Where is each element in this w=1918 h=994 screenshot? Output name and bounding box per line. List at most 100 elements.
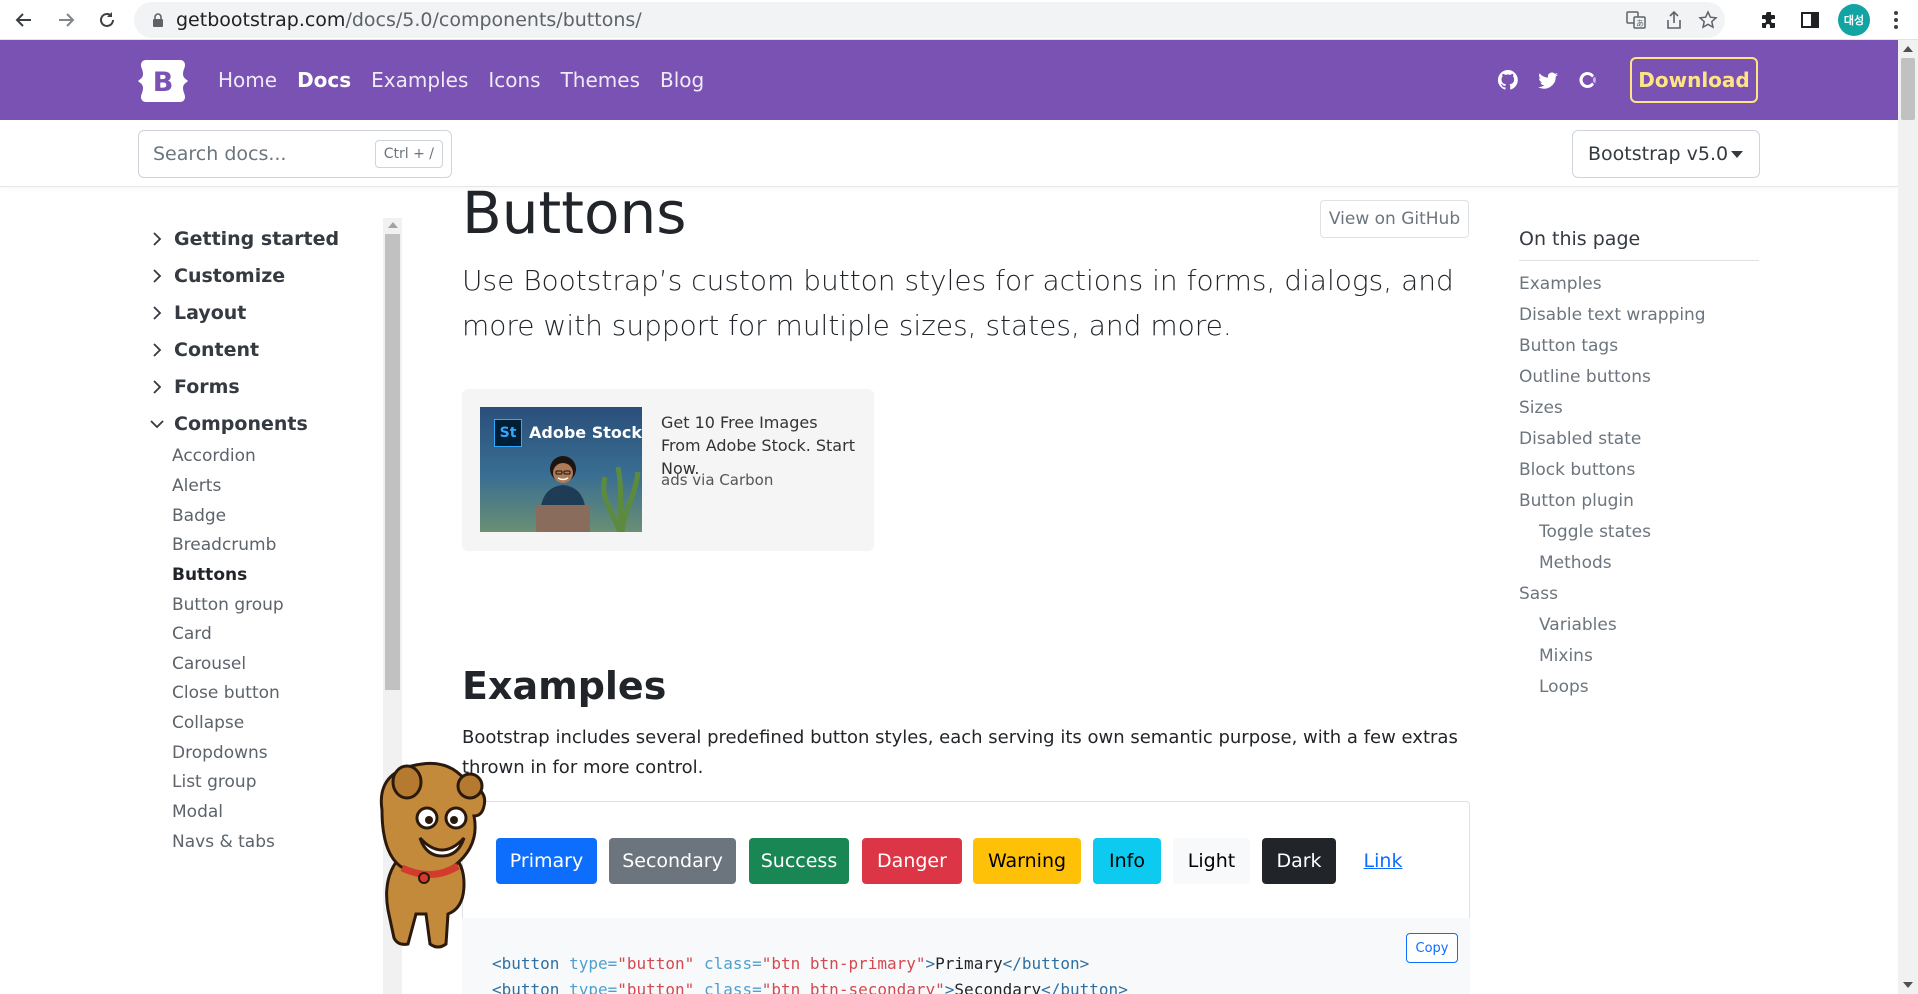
bootstrap-logo-icon[interactable]: B [138,60,188,102]
scroll-up-icon[interactable] [388,222,398,228]
translate-icon[interactable]: あ [1624,8,1648,32]
toc-item-button-plugin[interactable]: Button plugin [1519,491,1634,511]
sidebar-item-navs-tabs[interactable]: Navs & tabs [172,832,275,852]
ad-via[interactable]: ads via Carbon [661,471,773,489]
nav-icons[interactable]: Icons [478,68,550,92]
danger-button[interactable]: Danger [862,838,962,884]
sidebar-group-components[interactable]: Components [150,413,308,435]
chevron-right-icon [153,232,162,246]
nav-blog[interactable]: Blog [650,68,714,92]
sidebar-item-dropdowns[interactable]: Dropdowns [172,743,268,763]
sidebar-item-alerts[interactable]: Alerts [172,476,221,496]
info-button[interactable]: Info [1093,838,1161,884]
profile-avatar[interactable]: 대성 [1838,4,1870,36]
ad-image[interactable]: St Adobe Stock [480,407,642,532]
toc-item-methods[interactable]: Methods [1539,553,1612,573]
toc-item-examples[interactable]: Examples [1519,274,1602,294]
scroll-down-icon[interactable] [1903,982,1913,988]
main-nav: Home Docs Examples Icons Themes Blog [208,40,714,120]
sidebar-item-carousel[interactable]: Carousel [172,654,246,674]
sidebar-group-content[interactable]: Content [150,339,259,361]
bookmark-star-icon[interactable] [1696,8,1720,32]
search-input[interactable]: Search docs... Ctrl + / [138,130,452,178]
download-button[interactable]: Download [1630,57,1758,103]
nav-examples[interactable]: Examples [361,68,478,92]
browser-menu-icon[interactable] [1884,8,1908,32]
sidebar-item-button-group[interactable]: Button group [172,595,284,615]
carbon-ad[interactable]: St Adobe Stock Get 10 Free Images From A… [462,389,874,551]
toc-item-outline-buttons[interactable]: Outline buttons [1519,367,1651,387]
example-preview: Primary Secondary Success Danger Warning… [462,801,1470,918]
bear-mascot-sticker[interactable] [372,760,490,950]
opencollective-icon[interactable] [1574,66,1602,94]
scroll-up-icon[interactable] [1903,46,1913,52]
caret-down-icon [1731,151,1743,158]
version-label: Bootstrap v5.0 [1588,143,1729,165]
twitter-icon[interactable] [1534,66,1562,94]
nav-home[interactable]: Home [208,68,287,92]
reload-icon[interactable] [93,6,121,34]
toc-item-variables[interactable]: Variables [1539,615,1617,635]
plant-image [601,467,641,532]
view-on-github-button[interactable]: View on GitHub [1320,200,1469,238]
sidebar-item-badge[interactable]: Badge [172,506,226,526]
primary-button[interactable]: Primary [496,838,597,884]
sidebar-group-customize[interactable]: Customize [150,265,285,287]
version-dropdown[interactable]: Bootstrap v5.0 [1572,130,1760,178]
search-shortcut: Ctrl + / [374,140,443,168]
sidebar-item-breadcrumb[interactable]: Breadcrumb [172,535,276,555]
toc-item-sass[interactable]: Sass [1519,584,1558,604]
toc-item-disabled-state[interactable]: Disabled state [1519,429,1641,449]
toc-divider [1519,260,1759,261]
code-line-1: <button type="button" class="btn btn-pri… [492,954,1090,973]
copy-button[interactable]: Copy [1406,933,1458,963]
sidepanel-icon[interactable] [1796,6,1824,34]
toc-item-loops[interactable]: Loops [1539,677,1589,697]
svg-text:B: B [153,67,174,98]
extensions-icon[interactable] [1756,6,1784,34]
sidebar-group-layout[interactable]: Layout [150,302,246,324]
dark-button[interactable]: Dark [1262,838,1336,884]
link-button[interactable]: Link [1348,838,1418,884]
sidebar-item-accordion[interactable]: Accordion [172,446,256,466]
forward-icon[interactable] [52,6,80,34]
share-icon[interactable] [1662,8,1686,32]
light-button[interactable]: Light [1173,838,1250,884]
lock-icon [153,13,163,27]
sidebar-item-card[interactable]: Card [172,624,212,644]
back-icon[interactable] [10,6,38,34]
sidebar-item-modal[interactable]: Modal [172,802,223,822]
sidebar-item-collapse[interactable]: Collapse [172,713,244,733]
sidebar-scroll-thumb[interactable] [385,234,400,690]
toc-item-disable-text-wrapping[interactable]: Disable text wrapping [1519,305,1706,325]
page-scroll-thumb[interactable] [1901,58,1915,120]
ad-text[interactable]: Get 10 Free Images From Adobe Stock. Sta… [661,411,861,480]
nav-themes[interactable]: Themes [551,68,650,92]
address-bar[interactable]: getbootstrap.com/docs/5.0/components/but… [134,2,1725,38]
sidebar-item-close-button[interactable]: Close button [172,683,280,703]
sidebar-group-getting-started[interactable]: Getting started [150,228,339,250]
warning-button[interactable]: Warning [973,838,1081,884]
success-button[interactable]: Success [749,838,849,884]
toc-item-mixins[interactable]: Mixins [1539,646,1593,666]
sidebar-item-list-group[interactable]: List group [172,772,257,792]
page-scrollbar[interactable] [1898,40,1918,994]
sidebar-item-buttons[interactable]: Buttons [172,565,247,585]
toc-item-button-tags[interactable]: Button tags [1519,336,1618,356]
page-title: Buttons [462,179,687,247]
sidebar-group-forms[interactable]: Forms [150,376,240,398]
secondary-button[interactable]: Secondary [609,838,736,884]
examples-heading: Examples [462,664,667,708]
bootstrap-navbar: B Home Docs Examples Icons Themes Blog D… [0,40,1898,120]
chevron-right-icon [153,306,162,320]
chevron-right-icon [153,380,162,394]
nav-docs[interactable]: Docs [287,68,361,92]
toc-item-toggle-states[interactable]: Toggle states [1539,522,1651,542]
github-icon[interactable] [1494,66,1522,94]
toc-item-sizes[interactable]: Sizes [1519,398,1563,418]
toc-item-block-buttons[interactable]: Block buttons [1519,460,1635,480]
adobe-stock-badge: St [494,419,522,447]
url-text: getbootstrap.com/docs/5.0/components/but… [176,9,642,31]
svg-text:あ: あ [1636,19,1644,28]
subnav: Search docs... Ctrl + / Bootstrap v5.0 [0,120,1898,187]
